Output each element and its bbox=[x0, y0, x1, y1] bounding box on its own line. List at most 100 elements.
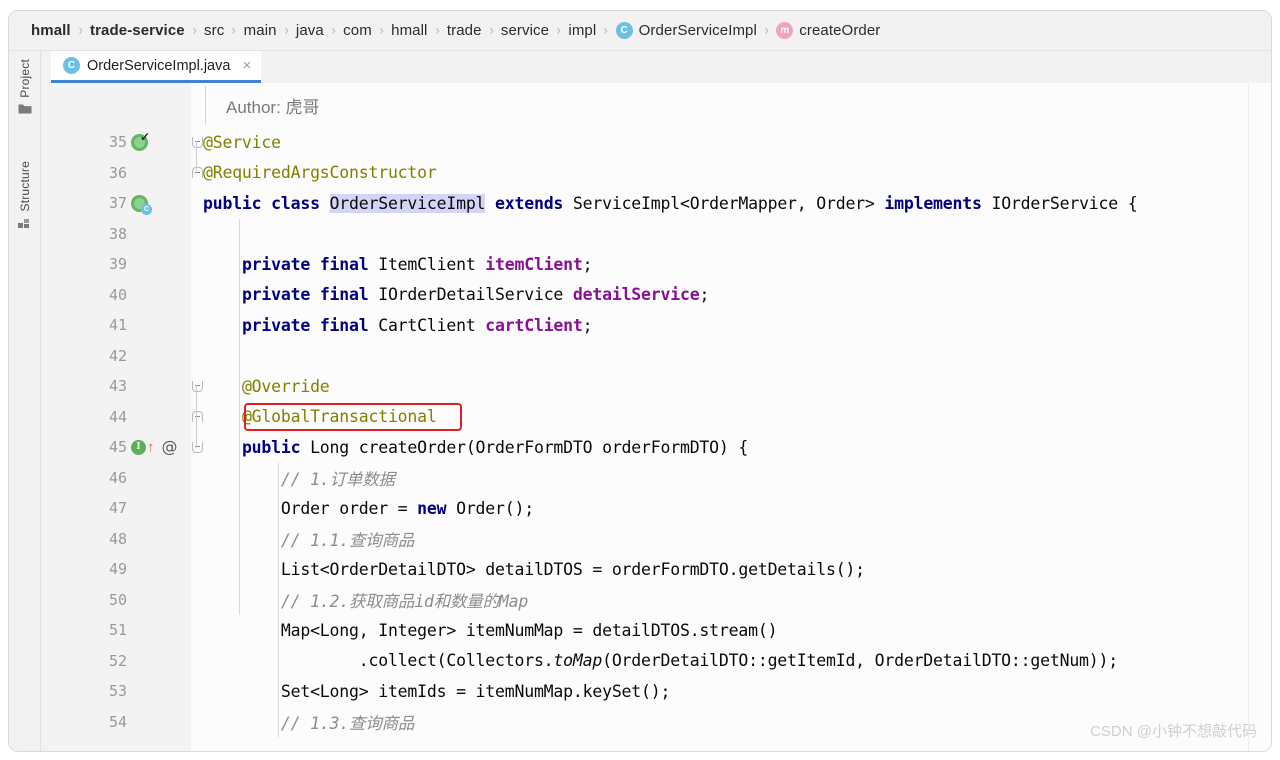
code-text: // 1.订单数据 bbox=[203, 466, 1271, 490]
line-number: 38 bbox=[108, 224, 127, 243]
breadcrumb-separator: › bbox=[556, 21, 561, 39]
breadcrumb-item-label: java bbox=[295, 22, 324, 39]
spring-bean-class-icon[interactable]: C bbox=[131, 188, 187, 218]
code-line[interactable]: 40 private final IOrderDetailService det… bbox=[41, 280, 1271, 311]
code-token: // 1.2.获取商品id和数量的Map bbox=[280, 591, 529, 611]
class-badge-icon: C bbox=[141, 203, 152, 215]
code-line[interactable]: 54 // 1.3.查询商品 bbox=[41, 707, 1271, 738]
code-text: @Service bbox=[203, 133, 1271, 152]
code-token: extends bbox=[495, 193, 564, 213]
breadcrumb-item-hmall[interactable]: hmall bbox=[31, 22, 71, 39]
line-number: 40 bbox=[108, 285, 127, 304]
fold-up-icon bbox=[191, 167, 203, 179]
fold-connector bbox=[196, 141, 197, 171]
code-line[interactable]: 46 // 1.订单数据 bbox=[41, 463, 1271, 494]
code-text: public Long createOrder(OrderFormDTO ord… bbox=[203, 438, 1271, 457]
code-token: private bbox=[241, 285, 311, 305]
code-line[interactable]: 39 private final ItemClient itemClient; bbox=[41, 249, 1271, 280]
breadcrumb-item-createorder[interactable]: m createOrder bbox=[776, 22, 880, 39]
code-line[interactable]: 42 bbox=[41, 341, 1271, 372]
code-line[interactable]: 36 @RequiredArgsConstructor bbox=[41, 158, 1271, 189]
breadcrumb-item-label: trade bbox=[446, 22, 482, 39]
code-line[interactable]: 41 private final CartClient cartClient; bbox=[41, 310, 1271, 341]
code-line[interactable]: 45 I ↑ @ public Long createOrder(OrderFormD… bbox=[41, 432, 1271, 463]
code-line[interactable]: 50 // 1.2.获取商品id和数量的Map bbox=[41, 585, 1271, 616]
code-line[interactable]: 49 List<OrderDetailDTO> detailDTOS = ord… bbox=[41, 554, 1271, 585]
code-line[interactable]: 35 ✓ @Service bbox=[41, 127, 1271, 158]
code-token: @RequiredArgsConstructor bbox=[203, 163, 437, 183]
code-token: IOrderDetailService bbox=[368, 285, 573, 305]
code-line[interactable]: 44 @GlobalTransactional bbox=[41, 402, 1271, 433]
breadcrumb-item-orderserviceimpl[interactable]: C OrderServiceImpl bbox=[615, 22, 757, 39]
breadcrumb-item-trade[interactable]: trade bbox=[447, 22, 482, 39]
code-token: cartClient bbox=[485, 315, 583, 335]
annotation-at-icon: @ bbox=[161, 437, 178, 457]
code-token: itemClient bbox=[485, 254, 583, 274]
spring-bean-icon[interactable]: ✓ bbox=[131, 127, 187, 157]
line-number: 49 bbox=[108, 560, 127, 579]
code-text: @RequiredArgsConstructor bbox=[203, 163, 1271, 182]
line-number: 43 bbox=[108, 377, 127, 396]
code-line[interactable]: 48 // 1.1.查询商品 bbox=[41, 524, 1271, 555]
breadcrumb-item-trade-service[interactable]: trade-service bbox=[90, 22, 185, 39]
breadcrumb-separator: › bbox=[284, 21, 289, 39]
line-number: 46 bbox=[108, 468, 127, 487]
breadcrumb-item-hmall[interactable]: hmall bbox=[391, 22, 427, 39]
breadcrumb-item-main[interactable]: main bbox=[244, 22, 277, 39]
fold-down-icon bbox=[191, 380, 203, 392]
code-line[interactable]: 52 .collect(Collectors.toMap(OrderDetail… bbox=[41, 646, 1271, 677]
code-editor[interactable]: Author: 虎哥 35 ✓ @Service 36 @RequiredArgsCon… bbox=[41, 83, 1271, 751]
fold-up-icon bbox=[191, 411, 203, 423]
tab-order-service-impl[interactable]: C OrderServiceImpl.java × bbox=[51, 51, 262, 83]
code-text: // 1.1.查询商品 bbox=[203, 527, 1271, 551]
code-lines: 35 ✓ @Service 36 @RequiredArgsConstructor 37 C… bbox=[41, 127, 1271, 737]
implementing-method-icon[interactable]: I ↑ @ bbox=[131, 432, 187, 462]
code-text: public class OrderServiceImpl extends Se… bbox=[203, 193, 1271, 213]
breadcrumb-item-java[interactable]: java bbox=[296, 22, 324, 39]
code-line[interactable]: 38 bbox=[41, 219, 1271, 250]
code-text: Set<Long> itemIds = itemNumMap.keySet(); bbox=[203, 682, 1271, 701]
code-text: Order order = new Order(); bbox=[203, 499, 1271, 518]
code-line[interactable]: 53 Set<Long> itemIds = itemNumMap.keySet… bbox=[41, 676, 1271, 707]
code-token: Long createOrder(OrderFormDTO orderFormD… bbox=[300, 437, 749, 457]
code-token: Order(); bbox=[446, 498, 534, 518]
line-number: 36 bbox=[108, 163, 127, 182]
code-token: @GlobalTransactional bbox=[241, 407, 437, 427]
close-icon[interactable]: × bbox=[242, 58, 251, 73]
tool-button-project-label: Project bbox=[18, 59, 32, 98]
breadcrumb-item-impl[interactable]: impl bbox=[568, 22, 596, 39]
breadcrumb-item-src[interactable]: src bbox=[204, 22, 224, 39]
line-number: 42 bbox=[108, 346, 127, 365]
tool-button-project[interactable]: Project bbox=[9, 59, 41, 120]
code-text: @Override bbox=[203, 377, 1271, 396]
code-token: (OrderDetailDTO::getItemId, OrderDetailD… bbox=[602, 651, 1118, 671]
breadcrumb-item-label: com bbox=[343, 22, 372, 39]
editor-tab-bar: C OrderServiceImpl.java × bbox=[41, 51, 1271, 83]
code-token: final bbox=[319, 285, 369, 305]
code-text: .collect(Collectors.toMap(OrderDetailDTO… bbox=[203, 651, 1271, 670]
code-line[interactable]: 47 Order order = new Order(); bbox=[41, 493, 1271, 524]
breadcrumb-item-com[interactable]: com bbox=[343, 22, 372, 39]
code-token: final bbox=[319, 254, 369, 274]
code-token: class bbox=[271, 193, 320, 213]
breadcrumb-separator: › bbox=[232, 21, 236, 39]
breadcrumb-item-label: main bbox=[243, 22, 277, 39]
fold-connector bbox=[196, 385, 197, 417]
code-token: OrderServiceImpl bbox=[329, 193, 486, 213]
code-line[interactable]: 37 Cpublic class OrderServiceImpl extends… bbox=[41, 188, 1271, 219]
code-line[interactable]: 43 @Override bbox=[41, 371, 1271, 402]
code-text: List<OrderDetailDTO> detailDTOS = orderF… bbox=[203, 560, 1271, 579]
screenshot-root: hmall › trade-service › src › main › java › com › hm… bbox=[0, 0, 1280, 760]
tool-button-structure[interactable]: Structure bbox=[9, 161, 41, 234]
breadcrumb-separator: › bbox=[489, 21, 494, 39]
code-line[interactable]: 51 Map<Long, Integer> itemNumMap = detai… bbox=[41, 615, 1271, 646]
line-number: 47 bbox=[108, 499, 127, 518]
code-token: // 1.订单数据 bbox=[280, 469, 395, 489]
breadcrumb-item-service[interactable]: service bbox=[501, 22, 549, 39]
